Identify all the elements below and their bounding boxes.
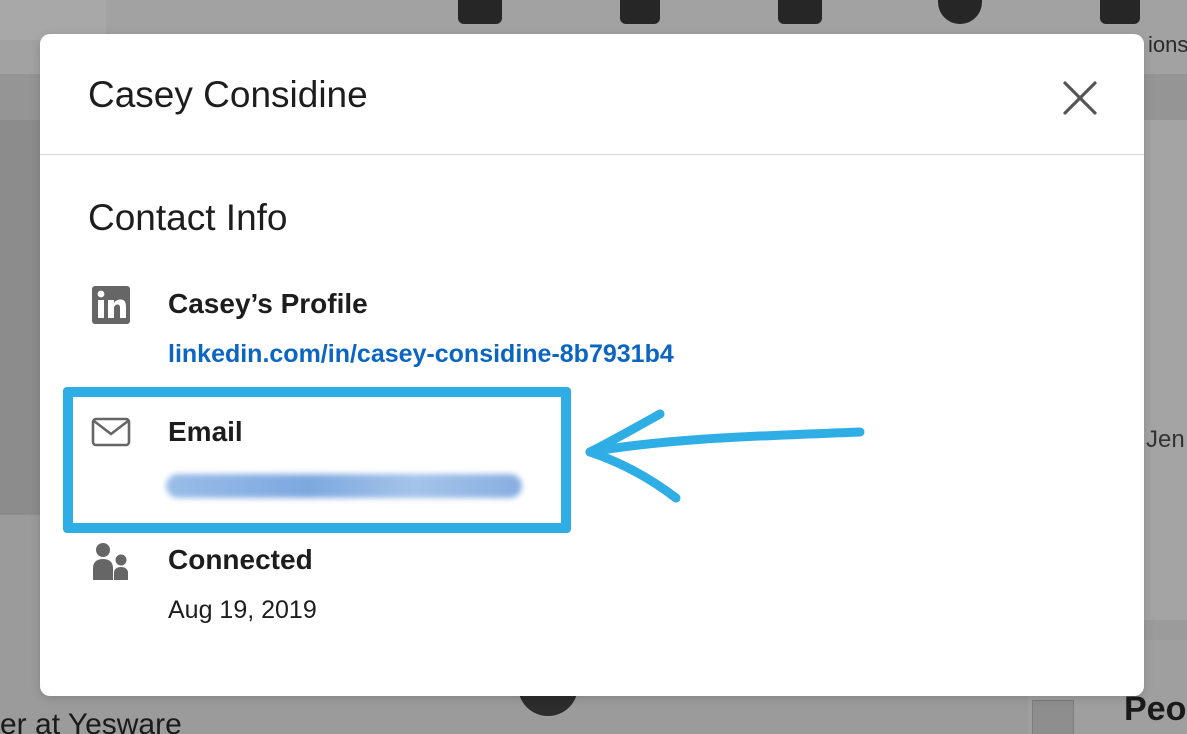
modal-header: Casey Considine bbox=[40, 34, 1144, 155]
background-right-card bbox=[1143, 120, 1187, 620]
connections-icon bbox=[93, 543, 128, 580]
linkedin-icon bbox=[92, 286, 130, 324]
email-label: Email bbox=[168, 416, 243, 447]
close-button[interactable] bbox=[1060, 78, 1100, 118]
connected-date: Aug 19, 2019 bbox=[168, 596, 317, 624]
home-icon bbox=[458, 0, 502, 24]
envelope-icon bbox=[91, 417, 131, 447]
page: ions Jen Peo er at Yesware Casey Considi… bbox=[0, 0, 1187, 734]
background-bottom-left-text: er at Yesware bbox=[0, 708, 182, 734]
background-nav-label: ions bbox=[1148, 32, 1187, 57]
section-title: Contact Info bbox=[88, 197, 288, 238]
background-right-text: Jen bbox=[1146, 426, 1185, 453]
email-value-redacted[interactable] bbox=[166, 474, 522, 498]
background-bottom-right-thumb bbox=[1032, 700, 1074, 734]
jobs-icon bbox=[778, 0, 822, 24]
profile-link[interactable]: linkedin.com/in/casey-considine-8b7931b4 bbox=[168, 340, 674, 368]
profile-label: Casey’s Profile bbox=[168, 288, 368, 319]
modal-title: Casey Considine bbox=[88, 74, 368, 115]
close-icon bbox=[1063, 81, 1097, 115]
contact-info-modal: Casey Considine Contact Info Casey’s Pro… bbox=[40, 34, 1144, 696]
connected-label: Connected bbox=[168, 544, 313, 575]
my-network-icon bbox=[620, 0, 660, 24]
profile-link-container: linkedin.com/in/casey-considine-8b7931b4 bbox=[168, 340, 674, 369]
background-left-card bbox=[0, 120, 40, 515]
notifications-icon bbox=[1100, 0, 1140, 24]
